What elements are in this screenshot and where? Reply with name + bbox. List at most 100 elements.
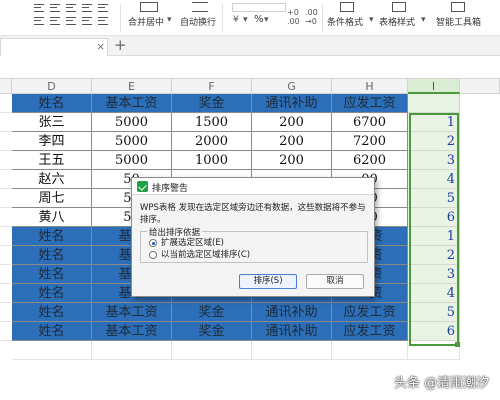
- table-style-icon[interactable]: [392, 2, 406, 12]
- indent-icon[interactable]: [98, 17, 108, 25]
- distribute-icon[interactable]: [82, 17, 92, 25]
- option-expand-label[interactable]: 扩展选定区域(E): [161, 237, 224, 249]
- table-cell[interactable]: 通讯补助: [252, 303, 332, 322]
- align-center-text-icon[interactable]: [50, 17, 60, 25]
- table-cell[interactable]: 黄八: [12, 208, 92, 227]
- table-cell[interactable]: 奖金: [172, 94, 252, 113]
- column-header-d[interactable]: D: [12, 79, 92, 94]
- percent-button[interactable]: %: [254, 14, 264, 25]
- table-cell[interactable]: 2000: [172, 132, 252, 151]
- conditional-format-icon[interactable]: [340, 2, 354, 12]
- table-cell[interactable]: 基本工资: [92, 322, 172, 341]
- column-header-h[interactable]: H: [332, 79, 408, 94]
- grid-cell[interactable]: [408, 341, 460, 360]
- align-top-icon[interactable]: [50, 4, 60, 12]
- row-number-cell[interactable]: [0, 284, 12, 303]
- column-header-f[interactable]: F: [172, 79, 252, 94]
- row-number-cell[interactable]: [0, 246, 12, 265]
- radio-selected-icon[interactable]: [149, 239, 157, 247]
- index-cell[interactable]: 6: [408, 322, 460, 341]
- table-cell[interactable]: 通讯补助: [252, 322, 332, 341]
- table-cell[interactable]: 应发工资: [332, 94, 408, 113]
- row-number-cell[interactable]: [0, 303, 12, 322]
- table-cell[interactable]: 基本工资: [92, 303, 172, 322]
- number-format-box[interactable]: [232, 3, 286, 12]
- index-cell[interactable]: 1: [408, 227, 460, 246]
- fill-handle[interactable]: [455, 342, 460, 347]
- table-cell[interactable]: 姓名: [12, 94, 92, 113]
- index-cell[interactable]: 5: [408, 303, 460, 322]
- table-cell[interactable]: 通讯补助: [252, 94, 332, 113]
- index-cell[interactable]: 2: [408, 246, 460, 265]
- dialog-title-bar[interactable]: 排序警告: [132, 178, 374, 195]
- table-cell[interactable]: 姓名: [12, 284, 92, 303]
- column-header-g[interactable]: G: [252, 79, 332, 94]
- row-number-cell[interactable]: [0, 322, 12, 341]
- index-cell[interactable]: 2: [408, 132, 460, 151]
- conditional-format-button[interactable]: 条件格式: [327, 15, 363, 28]
- grid-cell[interactable]: [12, 341, 92, 360]
- currency-icon[interactable]: ¥: [233, 15, 239, 25]
- table-cell[interactable]: 基本工资: [92, 94, 172, 113]
- format-dropdown-icon[interactable]: ▾: [243, 15, 248, 25]
- radio-unselected-icon[interactable]: [149, 251, 157, 259]
- increase-decimal-icon[interactable]: +0.00: [287, 8, 300, 26]
- column-header-i[interactable]: I: [408, 79, 460, 94]
- index-cell[interactable]: 3: [408, 265, 460, 284]
- index-cell[interactable]: 1: [408, 113, 460, 132]
- table-cell[interactable]: 200: [252, 151, 332, 170]
- add-sheet-button[interactable]: +: [114, 36, 127, 54]
- table-cell[interactable]: 6200: [332, 151, 408, 170]
- table-cell[interactable]: 应发工资: [332, 322, 408, 341]
- row-number-cell[interactable]: [0, 189, 12, 208]
- table-cell[interactable]: 张三: [12, 113, 92, 132]
- table-cell[interactable]: 6700: [332, 113, 408, 132]
- conditional-format-dropdown-icon[interactable]: ▾: [369, 15, 374, 25]
- option-current-label[interactable]: 以当前选定区域排序(C): [161, 249, 250, 261]
- percent-dropdown-icon[interactable]: ▾: [264, 15, 269, 25]
- align-left-text-icon[interactable]: [34, 17, 44, 25]
- column-header-j[interactable]: [460, 79, 500, 94]
- table-cell[interactable]: 5000: [92, 151, 172, 170]
- table-cell[interactable]: 李四: [12, 132, 92, 151]
- table-cell[interactable]: 奖金: [172, 303, 252, 322]
- table-cell[interactable]: 姓名: [12, 322, 92, 341]
- table-cell[interactable]: 5000: [92, 113, 172, 132]
- index-cell[interactable]: 6: [408, 208, 460, 227]
- index-cell[interactable]: [408, 94, 460, 113]
- align-middle-icon[interactable]: [66, 4, 76, 12]
- sort-button[interactable]: 排序(S): [239, 274, 297, 289]
- row-number-cell[interactable]: [0, 151, 12, 170]
- table-style-button[interactable]: 表格样式: [379, 15, 415, 28]
- table-cell[interactable]: 奖金: [172, 322, 252, 341]
- align-left-icon[interactable]: [34, 4, 44, 12]
- index-cell[interactable]: 3: [408, 151, 460, 170]
- grid-cell[interactable]: [252, 341, 332, 360]
- table-cell[interactable]: 姓名: [12, 303, 92, 322]
- index-cell[interactable]: 4: [408, 284, 460, 303]
- table-cell[interactable]: 王五: [12, 151, 92, 170]
- table-cell[interactable]: 姓名: [12, 246, 92, 265]
- align-bottom-icon[interactable]: [82, 4, 92, 12]
- wrap-text-icon[interactable]: [192, 2, 208, 12]
- smart-toolbox-icon[interactable]: [451, 2, 465, 12]
- merge-dropdown-icon[interactable]: ▾: [167, 15, 172, 25]
- row-number-cell[interactable]: [0, 132, 12, 151]
- table-cell[interactable]: 赵六: [12, 170, 92, 189]
- table-cell[interactable]: 200: [252, 113, 332, 132]
- row-number-cell[interactable]: [0, 170, 12, 189]
- row-number-cell[interactable]: [0, 113, 12, 132]
- index-cell[interactable]: 5: [408, 189, 460, 208]
- merge-center-icon[interactable]: [140, 2, 158, 12]
- table-cell[interactable]: 7200: [332, 132, 408, 151]
- table-cell[interactable]: 200: [252, 132, 332, 151]
- table-style-dropdown-icon[interactable]: ▾: [421, 15, 426, 25]
- smart-toolbox-button[interactable]: 智能工具箱: [436, 15, 481, 28]
- cancel-button[interactable]: 取消: [306, 274, 364, 289]
- row-number-cell[interactable]: [0, 94, 12, 113]
- table-cell[interactable]: 1500: [172, 113, 252, 132]
- sheet-tab-active[interactable]: ×: [0, 38, 108, 56]
- row-number-cell[interactable]: [0, 265, 12, 284]
- row-number-cell[interactable]: [0, 208, 12, 227]
- grid-cell[interactable]: [172, 341, 252, 360]
